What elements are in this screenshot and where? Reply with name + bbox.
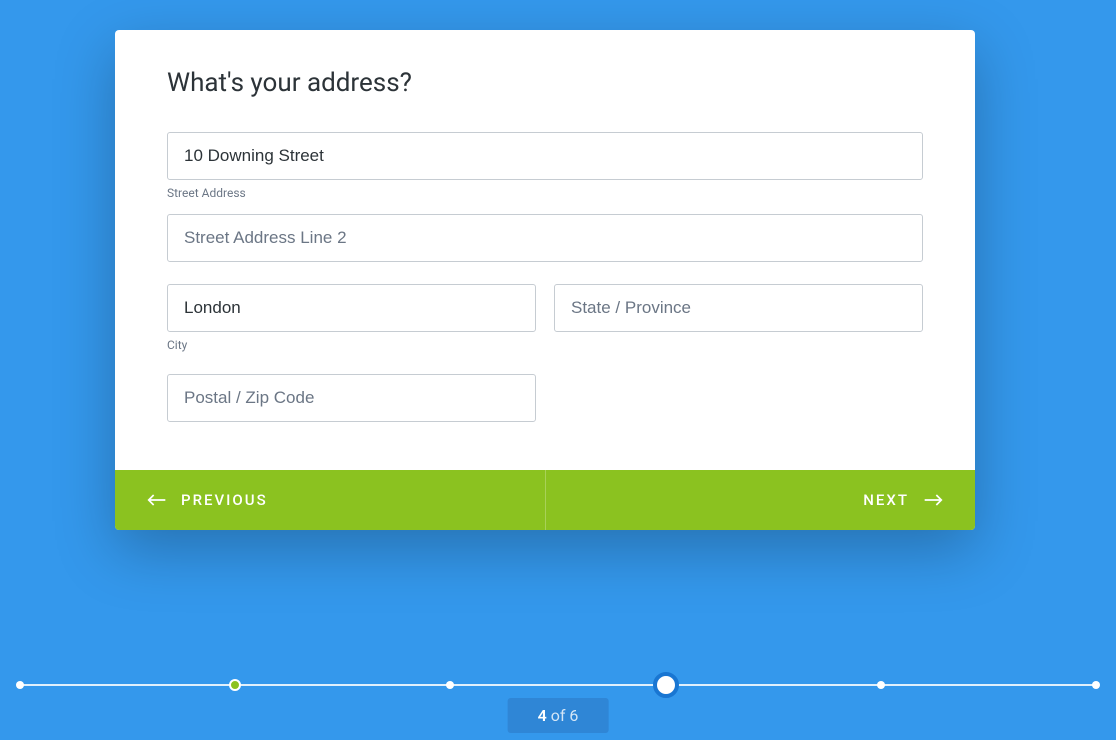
progress-step-4[interactable] [653, 672, 679, 698]
street2-input[interactable] [167, 214, 923, 262]
progress-current: 4 [538, 706, 547, 725]
previous-button[interactable]: PREVIOUS [115, 470, 546, 530]
street2-field [167, 214, 923, 262]
progress-badge: 4 of 6 [508, 698, 609, 733]
progress-total: 6 [569, 706, 578, 725]
state-input[interactable] [554, 284, 923, 332]
previous-label: PREVIOUS [181, 491, 268, 509]
arrow-left-icon [147, 493, 167, 507]
progress-step-5[interactable] [877, 681, 885, 689]
street-field: Street Address [167, 132, 923, 200]
progress-step-2[interactable] [229, 679, 241, 691]
page-title: What's your address? [167, 68, 923, 98]
progress-track [20, 684, 1096, 686]
next-button[interactable]: NEXT [546, 470, 976, 530]
state-field [554, 284, 923, 366]
progress-of: of [547, 706, 570, 725]
next-label: NEXT [863, 491, 909, 509]
city-input[interactable] [167, 284, 536, 332]
city-sublabel: City [167, 338, 536, 352]
progress-bar [20, 670, 1096, 700]
postal-field [167, 374, 536, 422]
arrow-right-icon [923, 493, 943, 507]
street-input[interactable] [167, 132, 923, 180]
progress-step-6[interactable] [1092, 681, 1100, 689]
nav-footer: PREVIOUS NEXT [115, 470, 975, 530]
street-sublabel: Street Address [167, 186, 923, 200]
city-field: City [167, 284, 536, 366]
progress-step-1[interactable] [16, 681, 24, 689]
form-card: What's your address? Street Address City [115, 30, 975, 530]
postal-input[interactable] [167, 374, 536, 422]
progress-step-3[interactable] [446, 681, 454, 689]
